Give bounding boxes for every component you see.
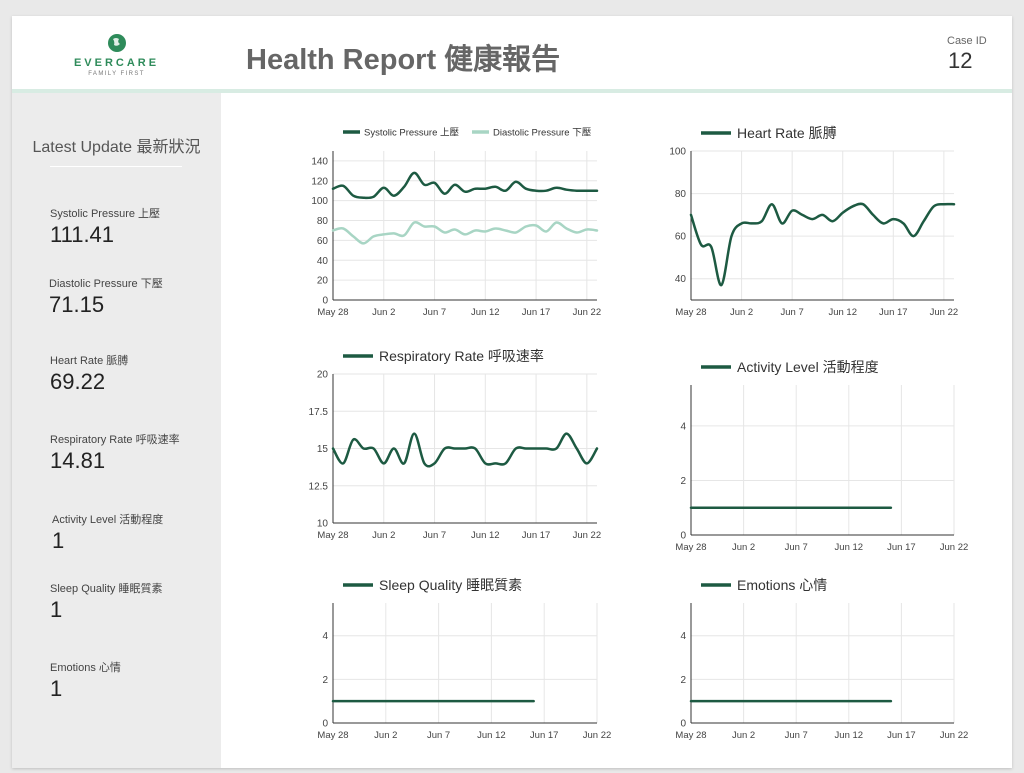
x-tick-label: May 28 [675, 307, 706, 318]
x-tick-label: Jun 22 [583, 730, 612, 741]
y-tick-label: 100 [669, 147, 686, 158]
sleep-quality-chart: 0 2 4 May 28 Jun 2 Jun 7 Jun 12 Jun 17 Jun 22 Sle… [317, 577, 611, 741]
series-line [331, 432, 599, 468]
y-tick-label: 140 [311, 156, 328, 167]
y-tick-label: 60 [317, 236, 329, 247]
y-tick-label: 10 [317, 519, 329, 530]
x-tick-label: Jun 7 [423, 530, 446, 541]
legend-entry: Respiratory Rate 呼吸速率 [379, 348, 544, 364]
y-tick-label: 2 [322, 675, 328, 686]
x-tick-label: Jun 22 [573, 530, 602, 541]
x-tick-label: Jun 12 [828, 307, 857, 318]
heart-rate-chart: 40 60 80 100 May 28 Jun 2 Jun 7 Jun 12 Jun 17 Jun… [669, 125, 958, 318]
legend-entry: Diastolic Pressure 下壓 [493, 127, 592, 138]
x-tick-label: May 28 [317, 307, 348, 318]
x-tick-label: Jun 12 [471, 530, 500, 541]
y-tick-label: 0 [322, 296, 328, 307]
x-tick-label: Jun 2 [732, 730, 755, 741]
x-tick-label: May 28 [317, 530, 348, 541]
series-line [331, 171, 599, 200]
x-tick-label: Jun 17 [887, 542, 916, 553]
x-tick-label: Jun 17 [522, 530, 551, 541]
legend-entry: Activity Level 活動程度 [737, 359, 879, 375]
x-tick-label: Jun 17 [879, 307, 908, 318]
legend-entry: Emotions 心情 [737, 577, 827, 593]
charts-canvas: 020406080100120140May 28 Jun 2 Jun 7 Jun 12… [309, 125, 969, 741]
blood-pressure-chart: 0 20 40 60 80 100 120 140 May 28 Jun 2 Jun 7 Jun 12… [311, 127, 601, 318]
y-tick-label: 4 [680, 421, 686, 432]
y-tick-label: 40 [317, 256, 329, 267]
x-tick-label: Jun 2 [372, 307, 395, 318]
y-tick-label: 17.5 [309, 407, 329, 418]
x-tick-label: Jun 7 [427, 730, 450, 741]
legend-entry: Systolic Pressure 上壓 [364, 127, 460, 138]
x-tick-label: May 28 [675, 542, 706, 553]
y-tick-label: 2 [680, 675, 686, 686]
x-tick-label: Jun 2 [732, 542, 755, 553]
y-tick-label: 4 [322, 631, 328, 642]
y-tick-label: 0 [680, 531, 686, 542]
x-tick-label: Jun 12 [477, 730, 506, 741]
x-tick-label: May 28 [675, 730, 706, 741]
x-tick-label: Jun 2 [374, 730, 397, 741]
x-tick-label: Jun 7 [785, 542, 808, 553]
legend-entry: Heart Rate 脈膊 [737, 125, 837, 141]
x-tick-label: Jun 7 [423, 307, 446, 318]
emotions-chart: 0 2 4 May 28 Jun 2 Jun 7 Jun 12 Jun 17 Jun 22 Emo… [675, 577, 968, 741]
activity-level-chart: 0 2 4 May 28 Jun 2 Jun 7 Jun 12 Jun 17 Jun 22 Act… [675, 359, 968, 553]
x-tick-label: Jun 12 [471, 307, 500, 318]
y-tick-label: 4 [680, 631, 686, 642]
x-tick-label: Jun 17 [530, 730, 559, 741]
y-tick-label: 40 [675, 274, 687, 285]
x-tick-label: Jun 17 [522, 307, 551, 318]
y-tick-label: 100 [311, 196, 328, 207]
y-tick-label: 15 [317, 444, 329, 455]
x-tick-label: Jun 17 [887, 730, 916, 741]
report-card: EVERCARE FAMILY FIRST Latest Update 最新狀況… [12, 16, 1012, 768]
y-tick-label: 80 [675, 189, 687, 200]
x-tick-label: May 28 [317, 730, 348, 741]
x-tick-label: Jun 12 [835, 542, 864, 553]
x-tick-label: Jun 22 [573, 307, 602, 318]
y-tick-label: 2 [680, 476, 686, 487]
x-tick-label: Jun 2 [730, 307, 753, 318]
y-tick-label: 12.5 [309, 481, 329, 492]
x-tick-label: Jun 7 [785, 730, 808, 741]
x-tick-label: Jun 22 [940, 542, 969, 553]
x-tick-label: Jun 22 [930, 307, 959, 318]
y-tick-label: 20 [317, 370, 329, 381]
y-tick-label: 0 [322, 719, 328, 730]
y-tick-label: 60 [675, 232, 687, 243]
series-line [689, 202, 956, 287]
y-tick-label: 0 [680, 719, 686, 730]
x-tick-label: Jun 7 [781, 307, 804, 318]
x-tick-label: Jun 2 [372, 530, 395, 541]
legend-entry: Sleep Quality 睡眠質素 [379, 577, 522, 593]
x-tick-label: Jun 22 [940, 730, 969, 741]
x-tick-label: Jun 12 [835, 730, 864, 741]
respiratory-rate-chart: 10 12.5 15 17.5 20 May 28 Jun 2 Jun 7 Jun 12 Jun … [309, 348, 602, 541]
y-tick-label: 20 [317, 276, 329, 287]
y-tick-label: 80 [317, 216, 329, 227]
y-tick-label: 120 [311, 176, 328, 187]
